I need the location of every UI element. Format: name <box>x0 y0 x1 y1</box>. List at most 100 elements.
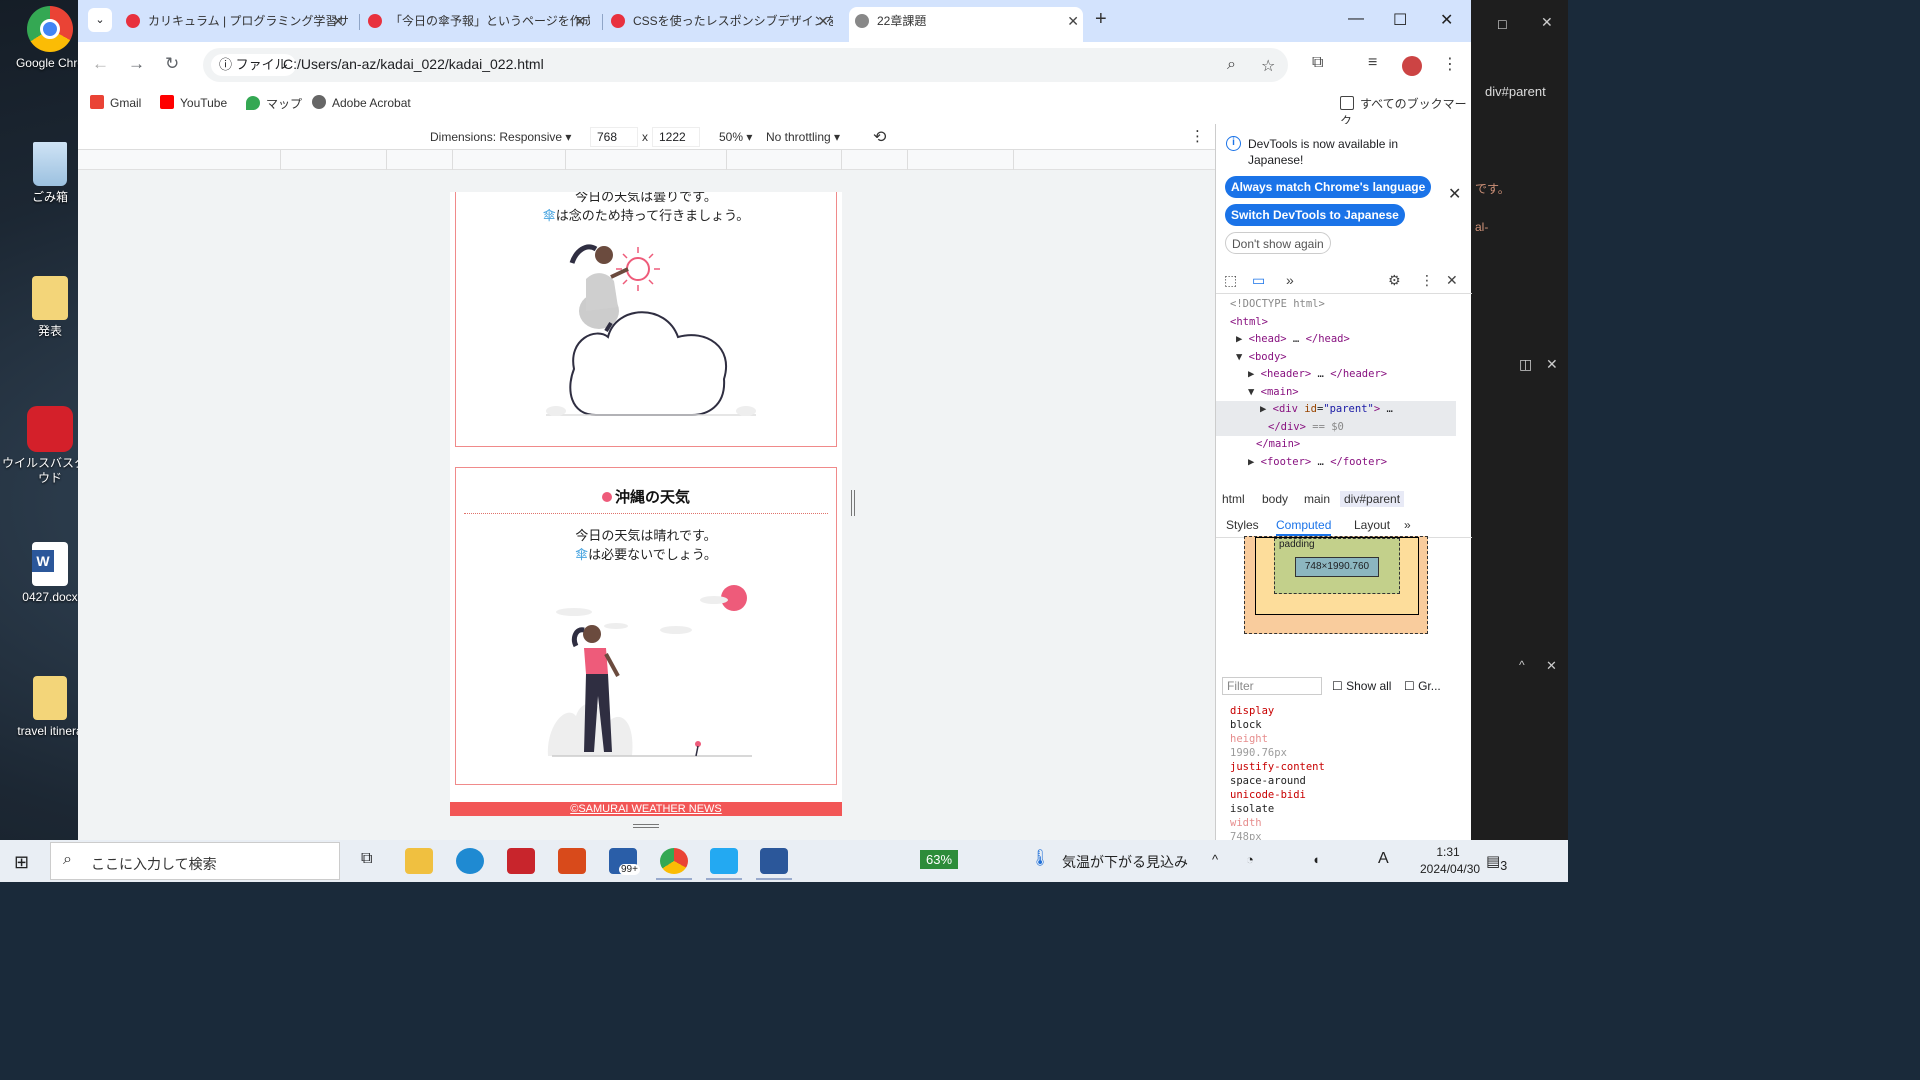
footer-node[interactable]: ▶ <footer> … </footer> <box>1216 454 1456 472</box>
devtools-menu-icon[interactable]: ⋮ <box>1420 272 1434 289</box>
more-tabs-icon[interactable]: » <box>1404 518 1411 532</box>
bookmark-maps[interactable]: マップ <box>246 95 302 112</box>
body-node[interactable]: ▼ <body> <box>1216 349 1456 367</box>
reader-app-icon[interactable] <box>507 848 535 874</box>
header-node[interactable]: ▶ <header> … </header> <box>1216 366 1456 384</box>
reload-icon[interactable]: ↻ <box>165 54 179 74</box>
more-tabs-icon[interactable]: » <box>1286 272 1294 288</box>
address-bar[interactable]: ⓘ ファイル C:/Users/an-az/kadai_022/kadai_02… <box>203 48 1288 82</box>
div-close-node[interactable]: </div> == $0 <box>1216 418 1456 436</box>
close-tab-icon[interactable]: ✕ <box>817 7 829 35</box>
inspect-element-icon[interactable]: ⬚ <box>1224 272 1237 289</box>
always-match-language-button[interactable]: Always match Chrome's language <box>1225 176 1432 198</box>
crumb-html[interactable]: html <box>1222 492 1245 506</box>
profile-avatar-icon[interactable] <box>1402 56 1422 76</box>
task-view-icon[interactable]: ⧉ <box>355 848 383 874</box>
bookmark-star-icon[interactable]: ☆ <box>1261 56 1275 76</box>
tab-kadai-22[interactable]: 22章課題 ✕ <box>849 7 1083 42</box>
battery-indicator[interactable]: 63% <box>920 850 959 869</box>
close-icon[interactable]: ✕ <box>1546 658 1557 674</box>
edge-icon[interactable] <box>456 848 484 874</box>
file-explorer-icon[interactable] <box>405 848 433 874</box>
chevron-up-icon[interactable]: ^ <box>1519 658 1525 672</box>
viewport-resize-handle-bottom[interactable] <box>633 824 659 828</box>
width-input[interactable]: 768 <box>590 127 638 147</box>
chevron-up-icon[interactable]: ^ <box>1212 852 1218 867</box>
show-all-checkbox[interactable]: ☐ Show all <box>1332 679 1391 693</box>
div-parent-node[interactable]: ▶ <div id="parent"> … <box>1216 401 1456 419</box>
bookmark-youtube[interactable]: YouTube <box>160 95 227 110</box>
bookmark-gmail[interactable]: Gmail <box>90 95 141 110</box>
media-query-bar[interactable] <box>78 150 1215 170</box>
bookmark-acrobat[interactable]: Adobe Acrobat <box>312 95 411 110</box>
prop-height[interactable]: height 1990.76px <box>1230 732 1460 760</box>
close-banner-icon[interactable]: ✕ <box>1448 184 1461 204</box>
minimize-icon[interactable]: — <box>1348 10 1364 28</box>
prop-display[interactable]: display block <box>1230 704 1460 732</box>
ime-indicator[interactable]: A <box>1378 850 1389 868</box>
close-devtools-icon[interactable]: ✕ <box>1446 272 1458 289</box>
tab-layout[interactable]: Layout <box>1354 518 1390 532</box>
tab-styles[interactable]: Styles <box>1226 518 1259 532</box>
switch-to-japanese-button[interactable]: Switch DevTools to Japanese <box>1225 204 1405 226</box>
computed-properties-list[interactable]: display block height 1990.76px justify-con… <box>1230 704 1460 844</box>
taskbar-search[interactable]: ⌕ ここに入力して検索 <box>50 842 340 880</box>
office-app-icon[interactable] <box>558 848 586 874</box>
menu-kebab-icon[interactable]: ⋮ <box>1442 54 1458 74</box>
crumb-main[interactable]: main <box>1304 492 1330 506</box>
page-footer[interactable]: ©SAMURAI WEATHER NEWS <box>450 802 842 816</box>
close-tab-icon[interactable]: ✕ <box>574 7 586 35</box>
html-node[interactable]: <html> <box>1216 314 1456 332</box>
device-toggle-icon[interactable]: ▭ <box>1252 272 1265 289</box>
head-node[interactable]: ▶ <head> … </head> <box>1216 331 1456 349</box>
extensions-icon[interactable]: ⧉ <box>1312 54 1323 72</box>
vscode-icon[interactable] <box>706 848 742 880</box>
crumb-body[interactable]: body <box>1262 492 1288 506</box>
group-checkbox[interactable]: ☐ Gr... <box>1404 679 1441 693</box>
device-menu-icon[interactable]: ⋮ <box>1190 127 1205 145</box>
weather-text[interactable]: 気温が下がる見込み <box>1062 852 1188 872</box>
main-node[interactable]: ▼ <main> <box>1216 384 1456 402</box>
settings-gear-icon[interactable]: ⚙ <box>1388 272 1401 289</box>
crumb-div-parent[interactable]: div#parent <box>1340 491 1405 507</box>
tab-curriculum[interactable]: カリキュラム | プログラミング学習サイ ✕ <box>120 7 348 35</box>
back-icon[interactable]: ← <box>92 54 109 74</box>
box-content[interactable]: 748×1990.760 <box>1295 557 1379 577</box>
prop-justify-content[interactable]: justify-content space-around <box>1230 760 1460 788</box>
height-input[interactable]: 1222 <box>652 127 700 147</box>
media-control-icon[interactable]: ≡ <box>1368 54 1377 72</box>
viewport-resize-handle-right[interactable] <box>851 490 855 516</box>
main-close-node[interactable]: </main> <box>1216 436 1456 454</box>
notification-icon[interactable]: ▤3 <box>1486 852 1507 873</box>
close-icon[interactable]: ✕ <box>1440 10 1453 30</box>
chrome-taskbar-icon[interactable] <box>656 848 692 880</box>
doctype-node[interactable]: <!DOCTYPE html> <box>1216 296 1456 314</box>
tab-umbrella-forecast[interactable]: 「今日の傘予報」というページを作成 ✕ <box>362 7 590 35</box>
zoom-dropdown[interactable]: 50% ▾ <box>719 130 752 144</box>
wifi-icon[interactable]: ◔ <box>1246 852 1254 867</box>
close-tab-icon[interactable]: ✕ <box>332 7 344 35</box>
mail-icon[interactable]: 99+ <box>609 848 640 875</box>
maximize-icon[interactable]: ☐ <box>1497 18 1508 32</box>
tab-search-chevron-icon[interactable]: ⌄ <box>88 8 112 32</box>
close-tab-icon[interactable]: ✕ <box>1067 7 1079 35</box>
close-icon[interactable]: ✕ <box>1541 14 1553 31</box>
split-editor-icon[interactable]: ◫ <box>1519 356 1532 373</box>
forward-icon[interactable]: → <box>128 54 145 74</box>
rotate-icon[interactable]: ⟲ <box>873 127 886 147</box>
clock[interactable]: 1:31 2024/04/30 <box>1420 844 1480 878</box>
elements-tree[interactable]: <!DOCTYPE html> <html> ▶ <head> … </head… <box>1216 296 1456 468</box>
dont-show-again-button[interactable]: Don't show again <box>1225 232 1331 254</box>
url-text[interactable]: C:/Users/an-az/kadai_022/kadai_022.html <box>283 56 544 72</box>
tab-computed[interactable]: Computed <box>1276 518 1332 536</box>
maximize-icon[interactable]: ☐ <box>1393 10 1407 30</box>
new-tab-icon[interactable]: + <box>1095 8 1107 31</box>
throttling-dropdown[interactable]: No throttling ▾ <box>766 130 840 144</box>
volume-icon[interactable]: ◖ <box>1312 852 1320 867</box>
filter-input[interactable]: Filter <box>1222 677 1322 695</box>
word-icon[interactable] <box>756 848 792 880</box>
windows-start-icon[interactable]: ⊞ <box>14 852 29 873</box>
zoom-icon[interactable]: ⌕ <box>1227 56 1236 74</box>
tab-responsive-css[interactable]: CSSを使ったレスポンシブデザインを理 ✕ <box>605 7 833 35</box>
close-icon[interactable]: ✕ <box>1546 356 1558 373</box>
